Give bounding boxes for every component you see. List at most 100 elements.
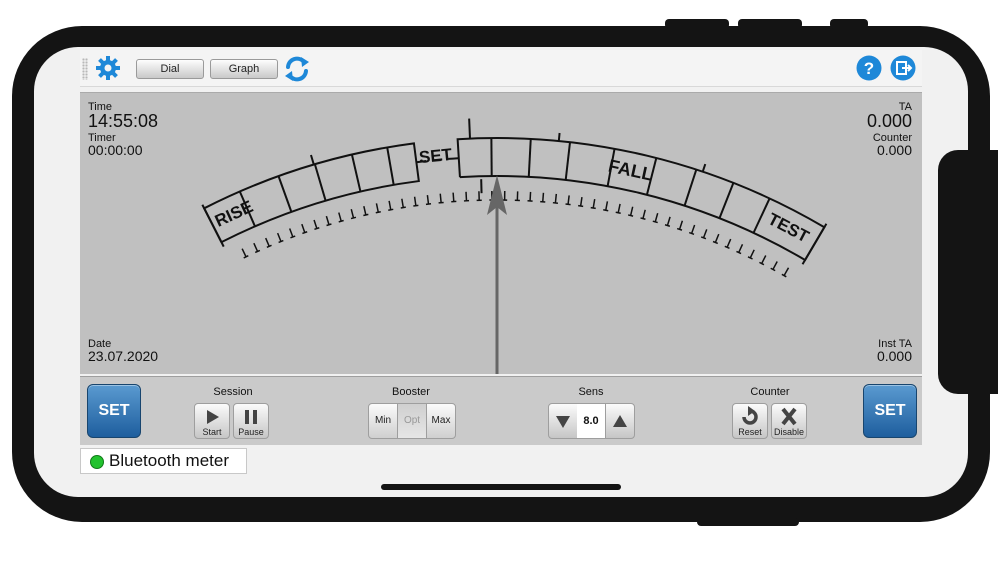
scale-tick	[783, 267, 790, 276]
scale-tick	[452, 192, 455, 202]
scale-tick	[579, 197, 583, 207]
disable-label: Disable	[773, 427, 804, 437]
band-marker	[557, 132, 561, 142]
scale-tick	[529, 191, 532, 201]
scale-tick	[738, 243, 744, 253]
scale-tick-foot	[425, 203, 432, 206]
scale-tick	[338, 212, 342, 222]
disable-button[interactable]: Disable	[771, 403, 807, 439]
band-divider	[386, 147, 395, 186]
connection-status: Bluetooth meter	[80, 448, 247, 474]
sens-decrease-button[interactable]	[548, 403, 578, 439]
scale-tick-foot	[302, 231, 308, 235]
set-button-right[interactable]: SET	[863, 384, 917, 438]
phone-notch	[938, 150, 998, 394]
toolbar-grip	[82, 58, 88, 80]
scale-tick	[325, 215, 330, 225]
scale-tick-foot	[615, 211, 621, 215]
scale-tick-foot	[243, 255, 249, 259]
booster-max-button[interactable]: Max	[426, 403, 456, 439]
scale-tick	[363, 206, 367, 216]
start-button[interactable]: Start	[194, 403, 230, 439]
band-divider	[718, 182, 735, 219]
pause-button[interactable]: Pause	[233, 403, 269, 439]
sens-increase-button[interactable]	[605, 403, 635, 439]
dial-tab-button[interactable]: Dial	[136, 59, 204, 79]
scale-tick-foot	[712, 240, 719, 245]
phone-volume-button	[738, 19, 802, 29]
play-icon	[207, 410, 219, 424]
scale-tick	[749, 249, 755, 259]
scale-tick	[375, 203, 380, 213]
scale-tick-foot	[388, 208, 394, 211]
band-divider	[564, 142, 572, 181]
scale-tick	[388, 200, 392, 210]
scale-tick-foot	[552, 201, 559, 204]
phone-power-button	[697, 518, 799, 526]
scale-tick	[264, 237, 270, 247]
scale-tick-foot	[278, 239, 284, 244]
date-value: 23.07.2020	[88, 348, 159, 364]
booster-opt-button[interactable]: Opt	[397, 403, 427, 439]
scale-tick-foot	[400, 206, 406, 209]
reset-button[interactable]: Reset	[732, 403, 768, 439]
scale-tick-foot	[578, 204, 584, 208]
scale-tick-foot	[747, 256, 753, 260]
scale-tick	[617, 203, 621, 213]
scale-tick-foot	[266, 244, 272, 249]
scale-tick	[313, 219, 318, 229]
scale-tick	[654, 213, 659, 223]
graph-tab-button[interactable]: Graph	[210, 59, 278, 79]
control-bar: SET Session Start Pause Booster Min Opt …	[80, 376, 922, 445]
scale-tick	[301, 223, 306, 233]
scale-tick	[253, 242, 259, 252]
set-button-left[interactable]: SET	[87, 384, 141, 438]
ta-value: 0.000	[866, 111, 912, 131]
toolbar: Dial Graph ?	[80, 50, 922, 87]
counter-value: 0.000	[876, 142, 912, 158]
scale-tick-foot	[413, 204, 419, 207]
dial-panel: RISE SET FALL TEST Time 14:55:08 Timer 00:0…	[80, 92, 922, 374]
sens-value: 8.0	[577, 403, 605, 439]
scale-tick-foot	[700, 236, 707, 240]
scale-tick	[666, 216, 671, 226]
help-icon[interactable]: ?	[856, 55, 882, 81]
scale-tick	[726, 238, 732, 248]
scale-tick	[642, 209, 646, 219]
scale-tick-foot	[664, 224, 671, 227]
scale-tick-foot	[338, 219, 344, 223]
scale-tick-foot	[652, 220, 658, 224]
scale-tick	[288, 228, 294, 238]
scale-tick	[605, 201, 609, 211]
scale-tick	[629, 206, 634, 216]
band-marker	[701, 163, 707, 173]
scale-tick-foot	[375, 210, 381, 214]
dial-scale: RISESET FALLTEST	[201, 118, 828, 374]
scale-tick	[567, 195, 570, 205]
exit-icon[interactable]	[890, 55, 916, 81]
booster-min-button[interactable]: Min	[368, 403, 398, 439]
scale-tick-foot	[759, 261, 765, 266]
band-divider	[313, 163, 327, 201]
band-divider	[683, 169, 698, 207]
svg-text:?: ?	[864, 59, 874, 78]
scale-tick	[714, 233, 720, 243]
scale-tick	[413, 196, 417, 206]
scale-tick	[761, 255, 767, 264]
timer-value: 00:00:00	[88, 142, 143, 158]
reset-icon	[742, 406, 758, 425]
scale-tick-foot	[640, 217, 646, 220]
scale-tick-foot	[326, 223, 332, 227]
scale-tick-foot	[736, 250, 742, 255]
band-divider	[277, 175, 293, 213]
set-label: SET	[418, 145, 453, 167]
start-label: Start	[202, 427, 222, 437]
gear-icon[interactable]	[94, 54, 122, 82]
arrow-up-icon	[613, 415, 627, 427]
scale-tick	[350, 209, 355, 219]
phone-volume-button	[665, 19, 729, 29]
scale-tick-foot	[627, 214, 634, 217]
sens-title: Sens	[578, 386, 604, 398]
arrow-down-icon	[556, 416, 570, 428]
refresh-icon[interactable]	[282, 54, 312, 84]
